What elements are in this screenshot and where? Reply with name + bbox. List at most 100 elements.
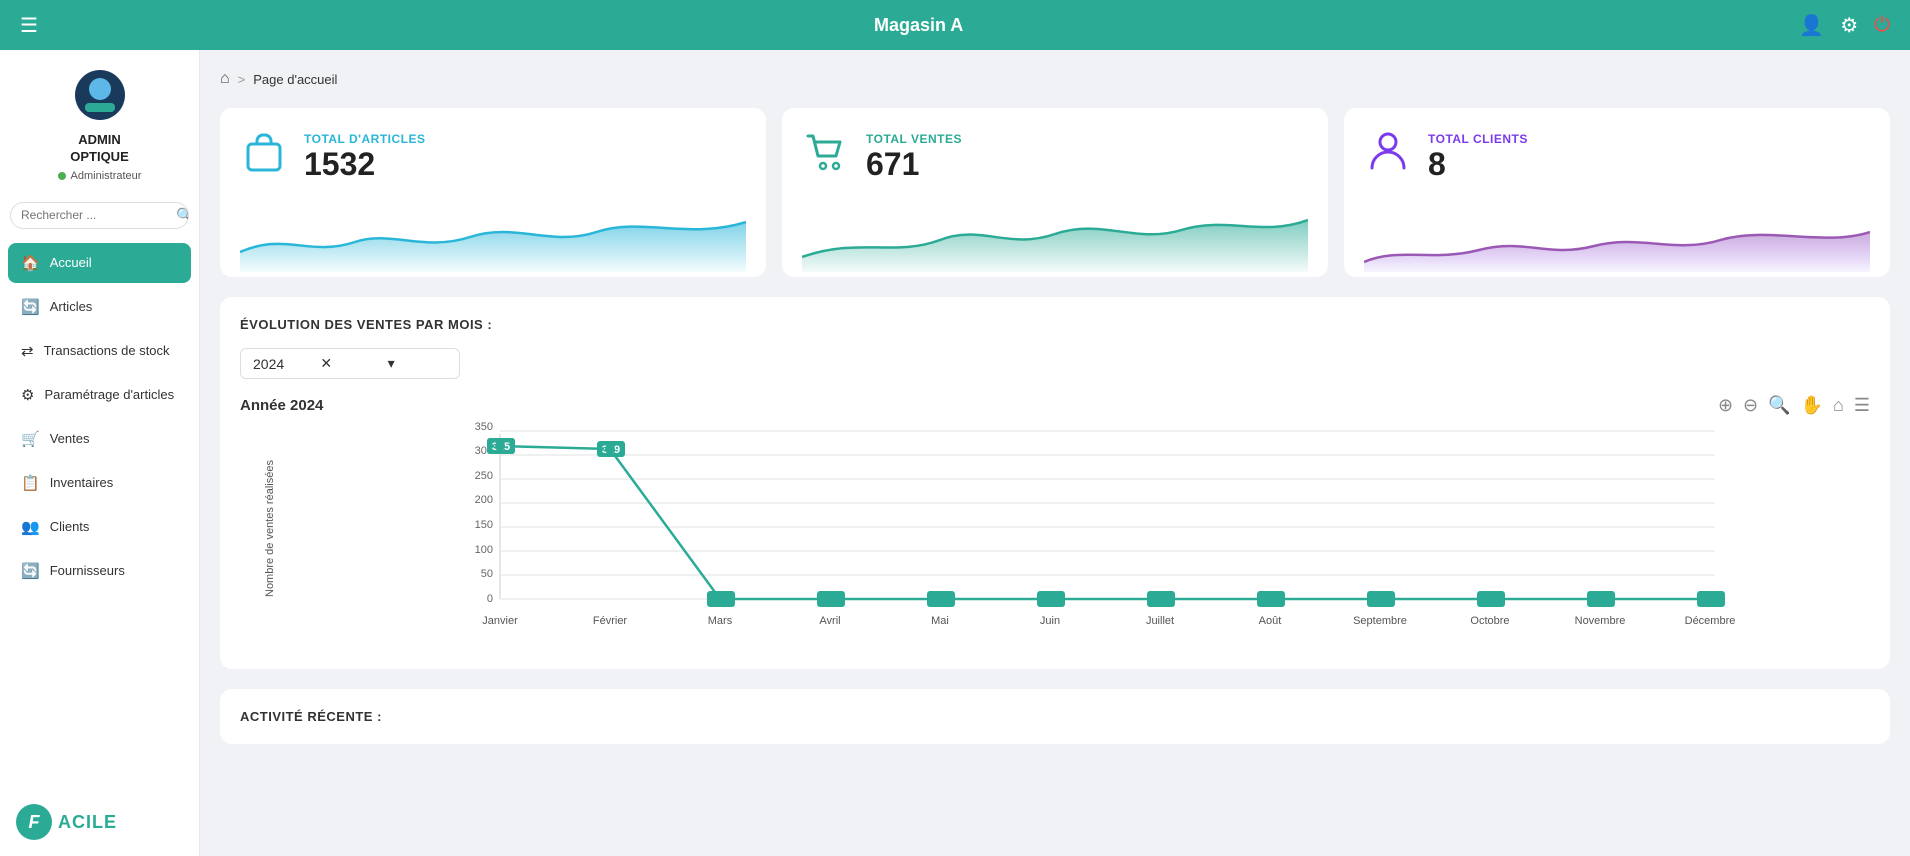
stat-label: TOTAL VENTES [866, 132, 962, 146]
user-icon[interactable]: 👤 [1799, 13, 1824, 38]
stat-value: 671 [866, 146, 962, 183]
sidebar-item-label: Transactions de stock [44, 343, 170, 358]
zoom-search-button[interactable]: 🔍 [1768, 395, 1790, 416]
sidebar-item-accueil[interactable]: 🏠 Accueil [8, 243, 191, 283]
activity-title: Activité récente : [240, 709, 1870, 724]
breadcrumb-separator: > [238, 72, 246, 87]
main-content: ⌂ > Page d'accueil TOTAL D'ARTICLES [200, 50, 1910, 856]
top-navigation: ☰ Magasin A 👤 ⚙ ⏻ [0, 0, 1910, 50]
search-box[interactable]: 🔍 [10, 202, 189, 229]
bag-icon [240, 128, 288, 186]
app-title: Magasin A [874, 15, 963, 36]
svg-text:Octobre: Octobre [1470, 615, 1509, 627]
sidebar-item-transactions-stock[interactable]: ⇄ Transactions de stock [8, 331, 191, 371]
breadcrumb-home-icon[interactable]: ⌂ [220, 70, 230, 88]
stat-wave-clients [1364, 202, 1870, 272]
settings-icon[interactable]: ⚙ [1840, 13, 1858, 38]
chart-header: Année 2024 ⊕ ⊖ 🔍 ✋ ⌂ ☰ [240, 395, 1870, 416]
sidebar-item-label: Inventaires [50, 475, 114, 490]
person-icon [1364, 128, 1412, 186]
sidebar-item-label: Paramétrage d'articles [44, 387, 174, 402]
svg-text:Mai: Mai [931, 615, 949, 627]
logo-text: ACILE [58, 812, 117, 833]
stat-card-top: TOTAL CLIENTS 8 [1364, 128, 1870, 186]
stat-value: 8 [1428, 146, 1528, 183]
y-axis-label: Nombre de ventes réalisées [264, 477, 276, 597]
stat-label: TOTAL D'ARTICLES [304, 132, 426, 146]
stat-value: 1532 [304, 146, 426, 183]
year-select-arrow[interactable]: ▾ [388, 355, 447, 372]
chart-wrapper: Nombre de ventes réalisées 0 50 100 150 … [240, 424, 1870, 649]
stat-card-info: TOTAL D'ARTICLES 1532 [304, 132, 426, 183]
stat-card-clients: TOTAL CLIENTS 8 [1344, 108, 1890, 277]
profile-role: Administrateur [58, 170, 142, 182]
home-icon: 🏠 [21, 254, 40, 272]
year-select-value: 2024 [253, 356, 312, 372]
inventaires-icon: 📋 [21, 474, 40, 492]
stat-cards: TOTAL D'ARTICLES 1532 [220, 108, 1890, 277]
sidebar-item-label: Articles [50, 299, 93, 314]
sidebar-item-ventes[interactable]: 🛒 Ventes [8, 419, 191, 459]
sidebar-item-inventaires[interactable]: 📋 Inventaires [8, 463, 191, 503]
year-select-wrap[interactable]: 2024 ✕ ▾ [240, 348, 460, 379]
stat-card-ventes: TOTAL VENTES 671 [782, 108, 1328, 277]
pan-button[interactable]: ✋ [1801, 395, 1823, 416]
search-input[interactable] [21, 208, 176, 222]
svg-text:Novembre: Novembre [1575, 615, 1626, 627]
power-icon[interactable]: ⏻ [1874, 14, 1890, 37]
sidebar-item-label: Ventes [50, 431, 90, 446]
chart-year-label: Année 2024 [240, 397, 323, 414]
sidebar-item-fournisseurs[interactable]: 🔄 Fournisseurs [8, 551, 191, 591]
svg-text:150: 150 [475, 519, 493, 531]
breadcrumb-current: Page d'accueil [253, 72, 337, 87]
svg-text:0: 0 [487, 593, 493, 605]
svg-text:Février: Février [593, 615, 628, 627]
profile-name: ADMINOPTIQUE [70, 132, 129, 166]
line-chart: 0 50 100 150 200 250 300 350 [300, 424, 1870, 644]
stat-card-articles: TOTAL D'ARTICLES 1532 [220, 108, 766, 277]
transactions-icon: ⇄ [21, 342, 34, 360]
sidebar-item-label: Accueil [50, 255, 92, 270]
year-select-clear[interactable]: ✕ [320, 355, 379, 372]
svg-text:250: 250 [475, 470, 493, 482]
svg-text:Avril: Avril [819, 615, 840, 627]
search-button[interactable]: 🔍 [176, 207, 189, 224]
stat-label: TOTAL CLIENTS [1428, 132, 1528, 146]
svg-text:Juillet: Juillet [1146, 615, 1174, 627]
sidebar-item-articles[interactable]: 🔄 Articles [8, 287, 191, 327]
svg-text:Décembre: Décembre [1685, 615, 1736, 627]
sidebar-item-clients[interactable]: 👥 Clients [8, 507, 191, 547]
activity-section: Activité récente : [220, 689, 1890, 744]
svg-text:100: 100 [475, 544, 493, 556]
parametrage-icon: ⚙ [21, 386, 34, 404]
sidebar-item-label: Fournisseurs [50, 563, 125, 578]
nav-items: 🏠 Accueil 🔄 Articles ⇄ Transactions de s… [0, 239, 199, 595]
sidebar: ADMINOPTIQUE Administrateur 🔍 🏠 Accueil … [0, 50, 200, 856]
svg-text:Août: Août [1259, 615, 1282, 627]
stat-card-info: TOTAL CLIENTS 8 [1428, 132, 1528, 183]
avatar [75, 70, 125, 120]
stat-card-top: TOTAL D'ARTICLES 1532 [240, 128, 746, 186]
svg-text:350: 350 [475, 421, 493, 433]
role-status-dot [58, 172, 66, 180]
chart-menu-button[interactable]: ☰ [1854, 395, 1870, 416]
chart-controls: ⊕ ⊖ 🔍 ✋ ⌂ ☰ [1718, 395, 1870, 416]
zoom-in-button[interactable]: ⊕ [1718, 395, 1733, 416]
sidebar-item-parametrage[interactable]: ⚙ Paramétrage d'articles [8, 375, 191, 415]
sidebar-logo: F ACILE [0, 788, 199, 856]
stat-card-top: TOTAL VENTES 671 [802, 128, 1308, 186]
topnav-left: ☰ [20, 13, 38, 38]
svg-text:Juin: Juin [1040, 615, 1060, 627]
cart-icon [802, 128, 850, 186]
sidebar-profile: ADMINOPTIQUE Administrateur [0, 50, 199, 192]
chart-home-button[interactable]: ⌂ [1833, 395, 1844, 416]
stat-wave-ventes [802, 202, 1308, 272]
svg-text:Janvier: Janvier [482, 615, 518, 627]
svg-text:Mars: Mars [708, 615, 733, 627]
menu-icon[interactable]: ☰ [20, 13, 38, 38]
stat-wave-articles [240, 202, 746, 272]
svg-text:Septembre: Septembre [1353, 615, 1407, 627]
zoom-out-button[interactable]: ⊖ [1743, 395, 1758, 416]
chart-title: ÉVOLUTION DES VENTES PAR MOIS : [240, 317, 1870, 332]
fournisseurs-icon: 🔄 [21, 562, 40, 580]
